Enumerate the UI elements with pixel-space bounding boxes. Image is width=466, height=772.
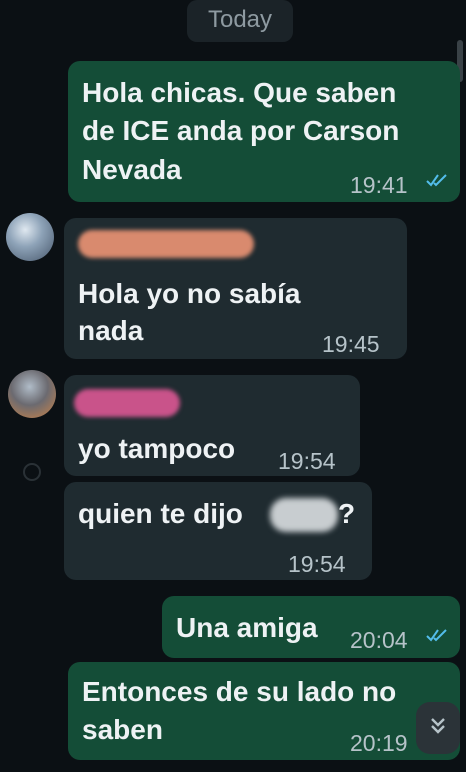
message-time: 19:45 bbox=[322, 331, 380, 357]
message-text: yo tampoco bbox=[78, 433, 236, 464]
message-text-line: Entonces de su lado no bbox=[82, 676, 397, 707]
message-bubble-incoming[interactable]: quien te dijo ? 19:54 bbox=[64, 482, 372, 580]
message-time: 19:54 bbox=[288, 551, 346, 577]
message-text-line: nada bbox=[78, 315, 144, 346]
scroll-to-bottom-button[interactable] bbox=[416, 702, 460, 754]
message-time: 20:19 bbox=[350, 730, 408, 756]
double-check-icon bbox=[426, 627, 450, 643]
message-text: ? bbox=[338, 498, 356, 529]
message-text-line: Hola chicas. Que saben bbox=[82, 77, 397, 108]
sender-name-redacted bbox=[78, 230, 254, 258]
chat-view: Today Hola chicas. Que saben de ICE anda… bbox=[0, 0, 466, 772]
date-separator: Today bbox=[187, 0, 293, 42]
message-text-line: Nevada bbox=[82, 154, 182, 185]
message-text: Una amiga bbox=[176, 612, 318, 643]
message-time: 20:04 bbox=[350, 627, 408, 653]
redacted-word bbox=[270, 498, 338, 532]
message-bubble-incoming[interactable]: yo tampoco 19:54 bbox=[64, 375, 360, 476]
reaction-icon[interactable] bbox=[22, 462, 42, 482]
avatar[interactable] bbox=[6, 213, 54, 261]
message-time: 19:41 bbox=[350, 172, 408, 198]
avatar[interactable] bbox=[8, 370, 56, 418]
double-chevron-down-icon bbox=[427, 715, 449, 742]
message-text-line: de ICE anda por Carson bbox=[82, 115, 400, 146]
message-text-line: Hola yo no sabía bbox=[78, 278, 301, 309]
message-bubble-outgoing[interactable]: Una amiga 20:04 bbox=[162, 596, 460, 658]
message-text: quien te dijo bbox=[78, 498, 243, 529]
message-time: 19:54 bbox=[278, 448, 336, 474]
message-text-line: saben bbox=[82, 714, 163, 745]
message-bubble-incoming[interactable]: Hola yo no sabía nada 19:45 bbox=[64, 218, 407, 359]
message-bubble-outgoing[interactable]: Hola chicas. Que saben de ICE anda por C… bbox=[68, 61, 460, 202]
message-bubble-outgoing[interactable]: Entonces de su lado no saben 20:19 bbox=[68, 662, 460, 760]
sender-name-redacted bbox=[74, 389, 180, 417]
double-check-icon bbox=[426, 172, 450, 188]
